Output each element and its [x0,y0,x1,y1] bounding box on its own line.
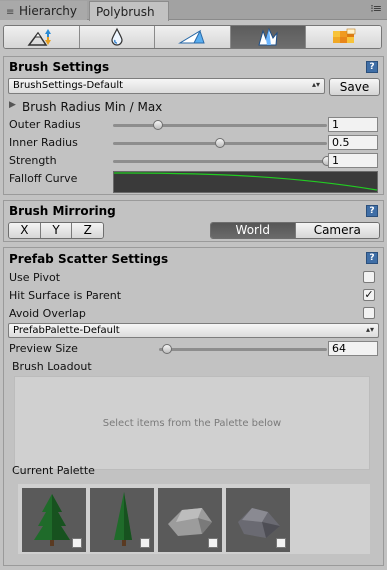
scatter-prefabs-mode-button[interactable] [230,26,307,48]
help-icon[interactable]: ? [366,205,378,217]
hierarchy-icon: ≡ [6,7,15,18]
palette-item-rock-dark[interactable] [226,488,290,552]
brush-mirroring-panel: Brush Mirroring ? X Y Z World Camera [3,200,384,242]
mode-toolbar [3,25,382,49]
inner-radius-slider[interactable] [113,138,327,148]
tab-hierarchy[interactable]: ≡ Hierarchy [0,1,87,20]
help-icon[interactable]: ? [366,61,378,73]
raise-lower-mode-button[interactable] [4,26,80,48]
palette-item-rock-light[interactable] [158,488,222,552]
falloff-row: Falloff Curve [9,171,378,193]
brush-mirroring-title: Brush Mirroring [9,204,116,218]
smooth-mode-button[interactable] [79,26,156,48]
foldout-arrow-icon: ▶ [9,100,16,110]
prefab-scatter-panel: Prefab Scatter Settings ? Use Pivot Hit … [3,247,384,566]
preview-size-label: Preview Size [9,342,78,355]
falloff-curve-field[interactable] [113,171,378,193]
slider-knob[interactable] [215,138,225,148]
palette-grid [18,484,370,554]
tab-bar: ≡ Hierarchy Polybrush ⁝≡ [0,0,387,21]
brush-loadout-area[interactable]: Select items from the Palette below [14,376,370,470]
tab-polybrush-label: Polybrush [96,5,155,19]
palette-item-cypress-tree[interactable] [90,488,154,552]
strength-field[interactable]: 1 [328,153,378,168]
mirror-axis-buttons: X Y Z [8,222,104,239]
outer-radius-label: Outer Radius [9,118,81,131]
mirror-y-button[interactable]: Y [40,223,73,238]
dropdown-arrow-icon: ▴▾ [365,325,374,334]
brush-loadout-label: Brush Loadout [12,360,92,373]
outer-radius-slider[interactable] [113,120,327,130]
camera-space-button[interactable]: Camera [295,223,379,238]
brush-settings-title: Brush Settings [9,60,110,74]
avoid-overlap-label: Avoid Overlap [9,307,86,320]
hit-surface-label: Hit Surface is Parent [9,289,122,302]
strength-label: Strength [9,154,57,167]
slider-knob[interactable] [152,120,163,130]
color-grid-icon [332,28,355,43]
prefab-palette-value: PrefabPalette-Default [13,325,120,336]
palette-item-checkbox[interactable] [208,538,218,548]
drop-icon [111,27,123,46]
falloff-label: Falloff Curve [9,172,78,185]
palette-item-checkbox[interactable] [72,538,82,548]
shape-icon [258,27,278,46]
use-pivot-checkbox[interactable] [363,271,375,283]
outer-radius-field[interactable]: 1 [328,117,378,132]
color-mode-button[interactable] [306,26,381,48]
world-space-button[interactable]: World [211,223,296,238]
inner-radius-row: Inner Radius 0.5 [9,135,378,151]
tab-polybrush[interactable]: Polybrush [89,1,169,21]
avoid-overlap-checkbox[interactable] [363,307,375,319]
radius-minmax-label: Brush Radius Min / Max [22,100,163,114]
mirror-space-toggle: World Camera [210,222,380,239]
prism-icon [178,29,206,44]
radius-minmax-foldout[interactable]: ▶ Brush Radius Min / Max [9,99,378,115]
inner-radius-label: Inner Radius [9,136,78,149]
palette-item-pine-tree[interactable] [22,488,86,552]
prefab-palette-dropdown[interactable]: PrefabPalette-Default ▴▾ [8,323,379,338]
hit-surface-row: Hit Surface is Parent ✓ [9,288,378,304]
preview-size-slider[interactable] [159,344,327,354]
brush-preset-value: BrushSettings-Default [13,80,124,91]
strength-slider[interactable] [113,156,332,166]
palette-item-checkbox[interactable] [140,538,150,548]
preview-size-field[interactable]: 64 [328,341,378,356]
mirror-x-button[interactable]: X [9,223,41,238]
brush-settings-panel: Brush Settings ? BrushSettings-Default ▴… [3,56,384,195]
current-palette-label: Current Palette [12,464,95,477]
hit-surface-checkbox[interactable]: ✓ [363,289,375,301]
mirror-z-button[interactable]: Z [72,223,103,238]
falloff-curve-line [113,172,378,191]
brush-preset-dropdown[interactable]: BrushSettings-Default ▴▾ [8,78,325,94]
use-pivot-label: Use Pivot [9,271,61,284]
help-icon[interactable]: ? [366,252,378,264]
inner-radius-field[interactable]: 0.5 [328,135,378,150]
menu-icon[interactable]: ⁝≡ [370,2,382,15]
outer-radius-row: Outer Radius 1 [9,117,378,133]
mountain-arrows-icon [27,29,52,46]
use-pivot-row: Use Pivot [9,270,378,286]
dropdown-arrow-icon: ▴▾ [311,80,320,89]
strength-row: Strength 1 [9,153,378,169]
slider-knob[interactable] [162,344,173,354]
tab-hierarchy-label: Hierarchy [19,4,78,18]
palette-item-checkbox[interactable] [276,538,286,548]
save-button[interactable]: Save [329,78,380,96]
preview-size-row: Preview Size 64 [9,341,378,357]
avoid-overlap-row: Avoid Overlap [9,306,378,322]
loadout-empty-text: Select items from the Palette below [102,417,282,429]
texture-mode-button[interactable] [155,26,231,48]
prefab-scatter-title: Prefab Scatter Settings [9,252,169,266]
